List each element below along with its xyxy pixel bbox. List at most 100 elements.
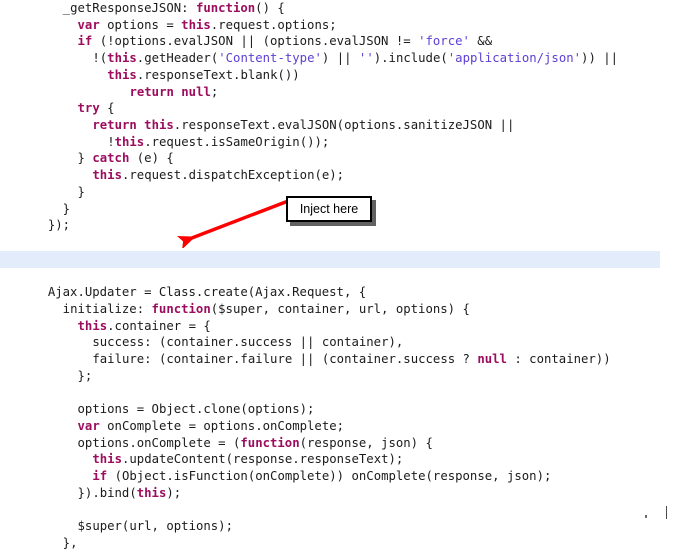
code-line: options.onComplete = (function(response,… [0,435,676,452]
code-token-kw: catch [92,151,130,166]
code-token-plain: .container = { [107,318,211,333]
code-token-plain: options = Object.clone(options); [77,402,315,417]
code-token-kw: function [240,435,300,450]
code-line: initialize: function($super, container, … [0,301,676,318]
code-line: failure: (container.failure || (containe… [0,351,676,368]
code-token-plain: } [62,201,71,216]
code-token-plain: Ajax.Updater = Class.create(Ajax.Request… [47,285,367,300]
code-token-plain: options.onComplete = ( [77,435,241,450]
code-token-plain: : container)) [506,352,611,367]
inject-here-label: Inject here [299,202,359,216]
code-token-plain: onComplete = options.onComplete; [99,418,345,433]
code-token-plain: )) || [581,51,619,66]
code-token-kw: if [77,34,93,49]
code-token-str: 'force' [418,34,470,49]
code-line: if (!options.evalJSON || (options.evalJS… [0,33,676,50]
code-token-plain: ) || [321,51,359,66]
code-token-kw: null [477,352,507,367]
code-line: this.responseText.blank()) [0,67,676,84]
code-token-kw: function [195,1,256,15]
code-token-plain: }).bind( [77,485,137,500]
code-token-kw: this [114,134,145,149]
code-token-plain: { [99,101,115,116]
code-token-plain: .responseText.blank()) [136,67,300,82]
code-line: $super(url, options); [0,518,676,535]
code-line: var onComplete = options.onComplete; [0,418,676,435]
code-token-kw: this [77,318,108,333]
code-token-kw: if [92,469,108,484]
code-line: !(this.getHeader('Content-type') || '').… [0,50,676,67]
code-token-kw: return this [92,118,174,133]
code-token-plain: ); [166,485,182,500]
code-token-kw: this [107,51,137,66]
code-token-plain: options = [99,17,182,32]
code-token-plain: .request.dispatchException(e); [121,168,345,183]
code-token-plain: (e) { [129,151,174,166]
code-token-plain: .responseText.evalJSON(options.sanitizeJ… [173,118,515,133]
code-line: this.updateContent(response.responseText… [0,451,676,468]
code-token-plain: (!options.evalJSON || (options.evalJSON … [92,34,419,49]
code-token-plain: .getHeader( [136,51,219,66]
code-line-highlighted [0,250,660,268]
code-line: return this.responseText.evalJSON(option… [0,117,676,134]
code-line: try { [0,100,676,117]
code-line: _getResponseJSON: function() { [0,0,676,17]
code-token-str: '' [358,51,374,66]
code-token-kw: this [181,17,211,32]
code-token-str: 'application/json' [447,51,582,66]
code-token-str: 'Content-type' [218,51,322,66]
code-line: } catch (e) { [0,150,676,167]
code-token-kw: var [77,17,100,32]
code-token-kw: function [151,301,211,316]
code-token-plain: failure: (container.failure || (containe… [92,352,478,367]
code-token-plain: initialize: [62,301,152,316]
code-line: }; [0,368,676,385]
text-cursor-artifact [666,506,667,519]
code-line: this.request.dispatchException(e); [0,167,676,184]
code-line: success: (container.success || container… [0,334,676,351]
code-token-kw: this [92,452,122,467]
code-line: this.container = { [0,318,676,335]
code-token-plain: }, [62,536,78,550]
code-token-plain: } [77,151,93,166]
code-token-kw: return null [129,84,211,99]
code-token-plain: (response, json) { [299,435,433,450]
code-line: !this.request.isSameOrigin()); [0,134,676,151]
code-token-kw: var [77,418,100,433]
code-token-plain: }; [77,368,93,383]
code-token-plain: !( [92,51,108,66]
code-token-plain: } [77,184,85,199]
code-line: var options = this.request.options; [0,17,676,34]
code-token-kw: this [92,168,122,183]
code-token-plain: $super(url, options); [77,519,233,534]
code-line: }, [0,535,676,552]
code-token-plain: () { [255,1,285,15]
code-token-plain: ).include( [373,51,448,66]
code-token-plain: .updateContent(response.responseText); [121,452,404,467]
code-token-plain: && [469,34,493,49]
cursor-dot-artifact [645,515,647,518]
inject-here-callout: Inject here [286,196,372,222]
code-listing[interactable]: _getResponseJSON: function() {var option… [0,0,676,550]
code-token-plain: (Object.isFunction(onComplete)) onComple… [107,469,552,484]
code-token-kw: this [107,67,137,82]
code-line: if (Object.isFunction(onComplete)) onCom… [0,468,676,485]
code-token-kw: try [77,101,100,116]
code-token-plain: .request.isSameOrigin()); [144,134,330,149]
code-line: options = Object.clone(options); [0,401,676,418]
code-token-plain: }); [47,218,71,233]
code-token-plain: .request.options; [210,17,337,32]
code-token-plain: ! [107,134,115,149]
code-token-plain: _getResponseJSON: [62,1,196,15]
code-token-kw: this [136,485,167,500]
code-line: Ajax.Updater = Class.create(Ajax.Request… [0,284,676,301]
code-line: return null; [0,84,676,101]
code-token-plain: ; [210,84,219,99]
code-token-plain: ($super, container, url, options) { [210,301,470,316]
code-token-plain: success: (container.success || container… [92,335,404,350]
code-line: }).bind(this); [0,485,676,502]
